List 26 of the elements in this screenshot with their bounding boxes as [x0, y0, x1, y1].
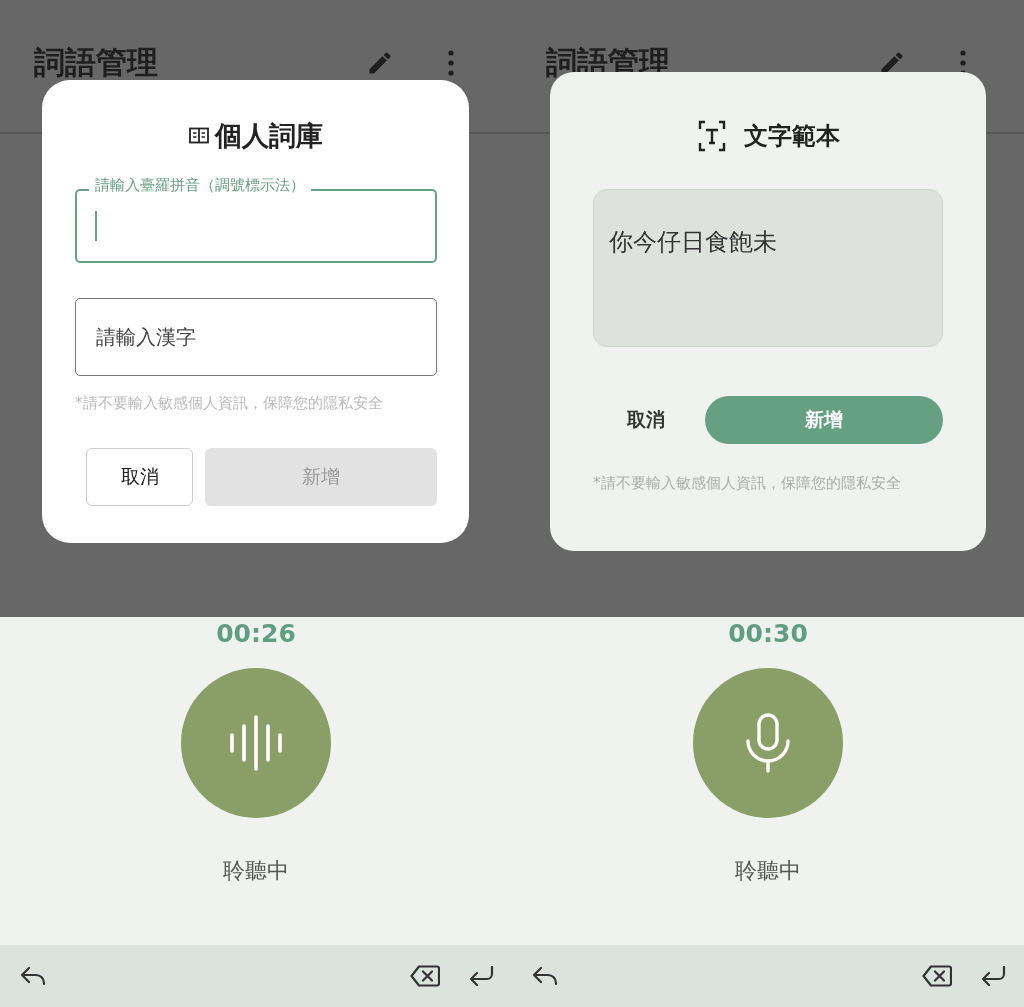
backspace-icon[interactable] [410, 965, 440, 987]
text-area[interactable]: 你今仔日食飽未 [593, 189, 943, 347]
field-label: 請輸入臺羅拼音（調號標示法） [89, 176, 311, 195]
sample-text: 你今仔日食飽未 [609, 228, 777, 256]
backspace-icon[interactable] [922, 965, 952, 987]
undo-icon[interactable] [532, 966, 558, 986]
timer: 00:26 [216, 619, 296, 648]
microphone-icon [745, 713, 791, 773]
cancel-button[interactable]: 取消 [623, 399, 669, 441]
listening-status: 聆聽中 [223, 857, 289, 885]
timer: 00:30 [728, 619, 808, 648]
enter-icon[interactable] [468, 966, 494, 986]
listening-status: 聆聽中 [735, 857, 801, 885]
waveform-icon [229, 714, 283, 772]
privacy-note: *請不要輸入敏感個人資訊，保障您的隱私安全 [75, 394, 384, 413]
text-caret [95, 211, 97, 241]
input-field[interactable]: 請輸入漢字 [75, 298, 437, 376]
dialog-title: 個人詞庫 [215, 119, 323, 153]
undo-icon[interactable] [20, 966, 46, 986]
app-title: 詞語管理 [34, 43, 158, 82]
cancel-button[interactable]: 取消 [86, 448, 193, 506]
enter-icon[interactable] [980, 966, 1006, 986]
dialog-title: 文字範本 [744, 121, 840, 152]
text-scan-icon [696, 120, 728, 152]
privacy-note: *請不要輸入敏感個人資訊，保障您的隱私安全 [593, 473, 902, 494]
book-icon [189, 127, 209, 145]
